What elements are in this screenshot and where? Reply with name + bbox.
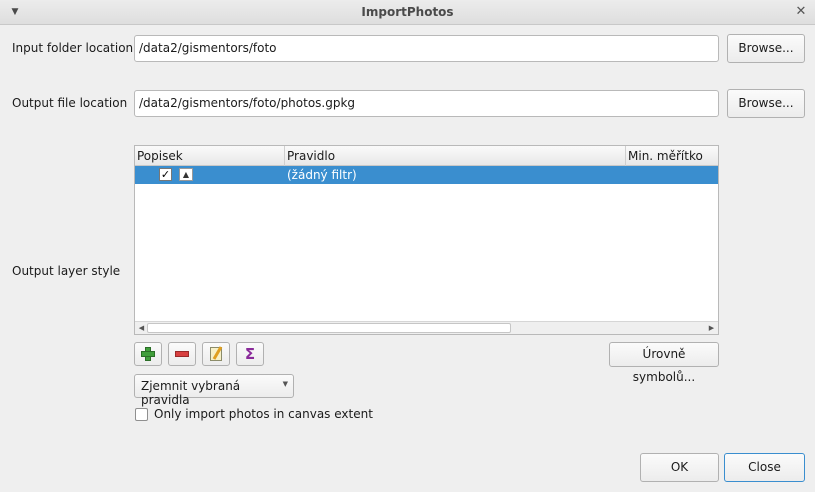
symbol-levels-button[interactable]: Úrovně symbolů...: [609, 342, 719, 384]
refine-rules-label: Zjemnit vybraná pravidla: [141, 379, 241, 407]
column-header-min-scale[interactable]: Min. měřítko: [626, 146, 718, 166]
rule-filter-text: (žádný filtr): [287, 168, 357, 182]
scroll-left-icon[interactable]: ◀: [136, 323, 147, 334]
add-rule-button[interactable]: [134, 342, 162, 366]
remove-rule-icon: [175, 351, 189, 357]
edit-rule-icon: [210, 347, 222, 361]
count-features-button[interactable]: Σ: [236, 342, 264, 366]
scrollbar-thumb[interactable]: [147, 323, 511, 333]
input-folder-label: Input folder location: [12, 41, 134, 55]
window-title: ImportPhotos: [361, 5, 454, 19]
column-header-label[interactable]: Popisek: [135, 146, 285, 166]
horizontal-scrollbar[interactable]: ◀ ▶: [135, 321, 718, 334]
refine-rules-dropdown[interactable]: Zjemnit vybraná pravidla ▼: [134, 374, 294, 407]
input-folder-field[interactable]: /data2/gismentors/foto: [134, 35, 719, 62]
rule-symbol-icon: ▲: [179, 168, 193, 181]
scroll-right-icon[interactable]: ▶: [706, 323, 717, 334]
dropdown-caret-icon: ▼: [282, 380, 288, 388]
add-rule-icon: [141, 347, 155, 361]
output-layer-style-label: Output layer style: [12, 264, 121, 278]
rules-tree-header: Popisek Pravidlo Min. měřítko: [135, 146, 718, 166]
close-icon[interactable]: ✕: [793, 4, 809, 20]
browse-input-button[interactable]: Browse...: [727, 34, 805, 63]
rules-tree[interactable]: Popisek Pravidlo Min. měřítko ✓ ▲ (žádný…: [134, 145, 719, 335]
ok-button[interactable]: OK: [640, 453, 719, 482]
canvas-extent-label[interactable]: Only import photos in canvas extent: [154, 407, 373, 421]
output-file-field[interactable]: /data2/gismentors/foto/photos.gpkg: [134, 90, 719, 117]
edit-rule-button[interactable]: [202, 342, 230, 366]
close-button[interactable]: Close: [724, 453, 805, 482]
title-bar: ▼ ImportPhotos ✕: [0, 0, 815, 25]
rule-checkbox[interactable]: ✓: [159, 168, 172, 181]
output-file-label: Output file location: [12, 96, 128, 110]
count-features-icon: Σ: [244, 345, 256, 363]
remove-rule-button[interactable]: [168, 342, 196, 366]
browse-output-button[interactable]: Browse...: [727, 89, 805, 118]
column-header-rule[interactable]: Pravidlo: [285, 146, 626, 166]
canvas-extent-checkbox[interactable]: [135, 408, 148, 421]
rule-row[interactable]: ✓ ▲ (žádný filtr): [135, 166, 718, 184]
